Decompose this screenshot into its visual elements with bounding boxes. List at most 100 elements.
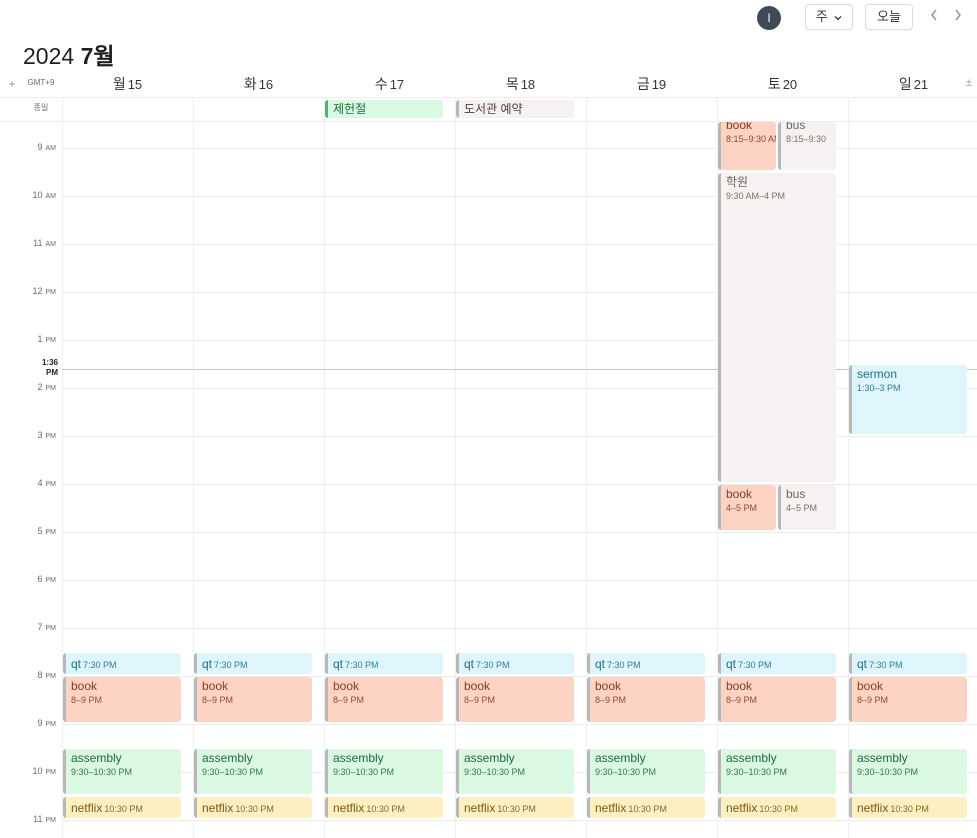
day-name: 화 <box>243 76 257 92</box>
next-week-button[interactable] <box>949 6 967 28</box>
column-divider <box>848 97 849 838</box>
event-block[interactable]: sermon 1:30–3 PM <box>849 365 967 434</box>
time-hour: 11 <box>33 814 43 824</box>
add-event-button[interactable]: + <box>6 76 18 92</box>
event-time: 8–9 PM <box>595 695 627 705</box>
hour-line <box>62 820 977 821</box>
event-block[interactable]: book 8–9 PM <box>849 677 967 722</box>
event-block[interactable]: assembly 9:30–10:30 PM <box>63 749 181 794</box>
event-block[interactable]: netflix 10:30 PM <box>456 797 574 818</box>
time-hour: 2 <box>37 382 43 392</box>
time-label: 9 AM <box>20 142 56 152</box>
event-title: book <box>857 679 884 693</box>
day-header-0[interactable]: 월 15 <box>62 73 193 95</box>
day-header-2[interactable]: 수 17 <box>324 73 455 95</box>
event-color-bar <box>456 653 459 674</box>
day-header-6[interactable]: 일 21 <box>848 73 977 95</box>
event-title: sermon <box>857 367 898 381</box>
allday-event[interactable]: 제헌절 <box>325 100 443 118</box>
event-block[interactable]: qt 7:30 PM <box>325 653 443 674</box>
event-block[interactable]: qt 7:30 PM <box>849 653 967 674</box>
today-button[interactable]: 오늘 <box>865 4 913 30</box>
event-color-bar <box>456 677 459 722</box>
event-time: 8:15–9:30 <box>786 134 827 144</box>
event-block[interactable]: qt 7:30 PM <box>718 653 836 674</box>
event-time: 1:30–3 PM <box>857 383 901 393</box>
event-color-bar <box>587 653 590 674</box>
event-block[interactable]: qt 7:30 PM <box>456 653 574 674</box>
event-block[interactable]: assembly 9:30–10:30 PM <box>194 749 312 794</box>
event-block[interactable]: bus 8:15–9:30 <box>778 122 836 170</box>
current-time-ampm: PM <box>46 368 58 377</box>
time-ampm: PM <box>45 481 57 488</box>
event-block[interactable]: assembly 9:30–10:30 PM <box>849 749 967 794</box>
event-block[interactable]: netflix 10:30 PM <box>194 797 312 818</box>
event-color-bar <box>587 677 590 722</box>
event-block[interactable]: qt 7:30 PM <box>587 653 705 674</box>
day-header-4[interactable]: 금 19 <box>586 73 717 95</box>
day-number: 19 <box>651 77 667 92</box>
time-ampm: AM <box>45 241 57 248</box>
event-block[interactable]: netflix 10:30 PM <box>63 797 181 818</box>
event-block[interactable]: book 8–9 PM <box>63 677 181 722</box>
day-number: 20 <box>782 77 798 92</box>
event-block[interactable]: assembly 9:30–10:30 PM <box>587 749 705 794</box>
event-block[interactable]: book 4–5 PM <box>718 485 776 530</box>
event-color-bar <box>718 173 721 482</box>
event-color-bar <box>194 797 197 818</box>
user-avatar[interactable]: I <box>757 6 781 30</box>
day-name: 월 <box>112 76 126 92</box>
event-block[interactable]: book 8–9 PM <box>718 677 836 722</box>
day-header-3[interactable]: 목 18 <box>455 73 586 95</box>
event-title: 학원 <box>726 175 749 189</box>
event-block[interactable]: book 8–9 PM <box>325 677 443 722</box>
prev-week-button[interactable] <box>925 6 943 28</box>
event-block[interactable]: netflix 10:30 PM <box>325 797 443 818</box>
day-header-1[interactable]: 화 16 <box>193 73 324 95</box>
event-title: netflix <box>333 801 365 815</box>
event-block[interactable]: book 8–9 PM <box>194 677 312 722</box>
event-block[interactable]: netflix 10:30 PM <box>587 797 705 818</box>
event-color-bar <box>325 100 328 118</box>
event-color-bar <box>63 653 66 674</box>
time-ampm: PM <box>45 625 57 632</box>
event-block[interactable]: netflix 10:30 PM <box>718 797 836 818</box>
event-title: bus <box>786 487 806 501</box>
allday-label: 종일 <box>33 103 49 112</box>
event-title: qt <box>202 657 213 671</box>
time-label: 1 PM <box>20 334 56 344</box>
event-block[interactable]: book 8–9 PM <box>456 677 574 722</box>
event-block[interactable]: assembly 9:30–10:30 PM <box>325 749 443 794</box>
event-title: book <box>464 679 491 693</box>
month-title: 2024 7월 <box>23 41 115 71</box>
day-header-5[interactable]: 토 20 <box>717 73 848 95</box>
event-time: 10:30 PM <box>759 804 798 814</box>
day-name: 수 <box>374 76 388 92</box>
time-label: 9 PM <box>20 718 56 728</box>
view-selector-button[interactable]: 주 <box>805 4 853 30</box>
event-block[interactable]: assembly 9:30–10:30 PM <box>456 749 574 794</box>
column-divider <box>193 97 194 838</box>
hour-line <box>62 532 977 533</box>
event-color-bar <box>456 797 459 818</box>
event-title: netflix <box>726 801 758 815</box>
event-time: 9:30–10:30 PM <box>71 767 133 777</box>
event-block[interactable]: assembly 9:30–10:30 PM <box>718 749 836 794</box>
event-block[interactable]: netflix 10:30 PM <box>849 797 967 818</box>
event-block[interactable]: book 8:15–9:30 AM <box>718 122 776 170</box>
event-color-bar <box>849 677 852 722</box>
event-block[interactable]: qt 7:30 PM <box>194 653 312 674</box>
expand-toggle-button[interactable]: ± <box>963 76 975 90</box>
event-time: 7:30 PM <box>83 660 117 670</box>
event-block[interactable]: bus 4–5 PM <box>778 485 836 530</box>
event-time: 9:30–10:30 PM <box>333 767 395 777</box>
time-label: 12 PM <box>20 286 56 296</box>
allday-event[interactable]: 도서관 예약 <box>456 100 574 118</box>
time-ampm: PM <box>45 385 57 392</box>
event-block[interactable]: qt 7:30 PM <box>63 653 181 674</box>
event-block[interactable]: 학원 9:30 AM–4 PM <box>718 173 836 482</box>
event-title: book <box>726 679 753 693</box>
view-selector-label: 주 <box>815 9 828 24</box>
event-block[interactable]: book 8–9 PM <box>587 677 705 722</box>
event-time: 10:30 PM <box>366 804 405 814</box>
